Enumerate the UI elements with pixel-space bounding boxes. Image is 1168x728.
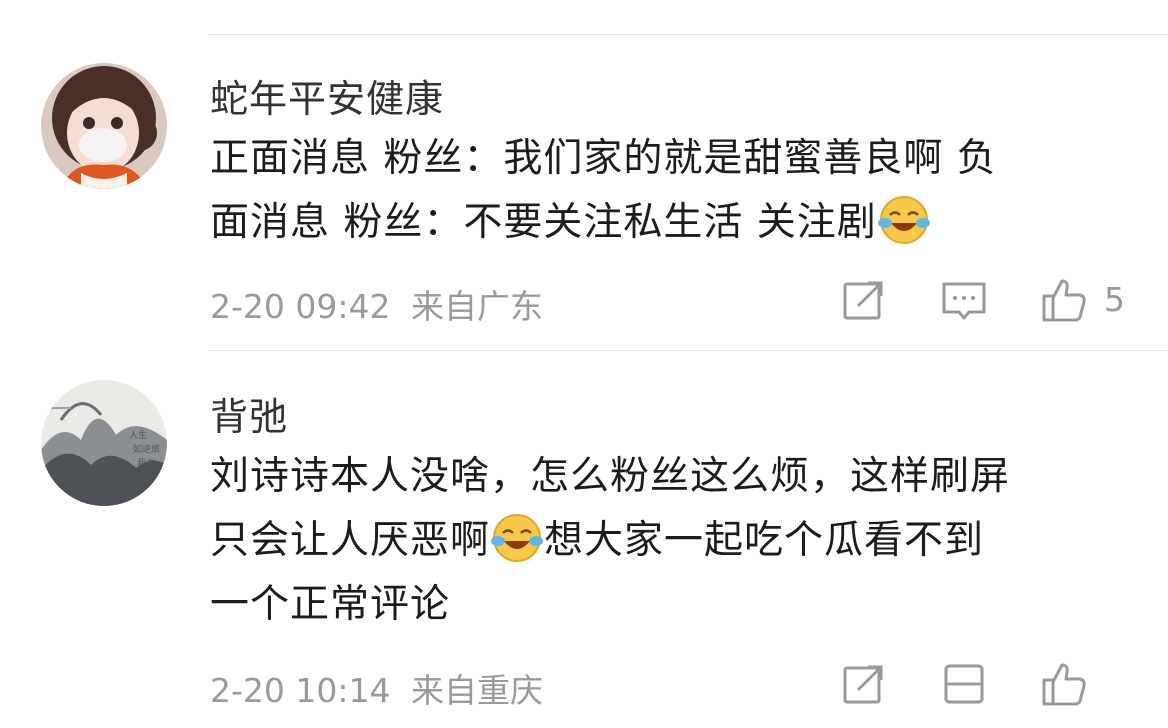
comment-text-line: 正面消息 粉丝：我们家的就是甜蜜善良啊 负: [210, 136, 997, 181]
location: 来自广东: [411, 287, 543, 326]
comment-text-line: 一个正常评论: [210, 582, 451, 627]
comment-icon[interactable]: [940, 276, 988, 324]
comment-actions: [836, 660, 1136, 708]
comment-text-segment: 面消息 粉丝：不要关注私生活 关注剧: [210, 200, 877, 245]
comment-text-line: 刘诗诗本人没啥，怎么粉丝这么烦，这样刷屏: [210, 454, 1011, 499]
svg-text:如逆旅: 如逆旅: [133, 443, 160, 455]
share-icon[interactable]: [840, 660, 888, 708]
like-icon[interactable]: [1040, 276, 1088, 324]
comment-text-segment: 想大家一起吃个瓜看不到: [544, 518, 985, 563]
svg-text:我亦: 我亦: [137, 457, 155, 469]
comment-meta: 2-20 09:42 来自广东: [210, 280, 543, 328]
separator-top: [208, 34, 1168, 35]
laugh-cry-emoji: [491, 514, 544, 562]
comment-meta: 2-20 10:14 来自重庆: [210, 664, 543, 712]
username[interactable]: 蛇年平安健康: [210, 68, 444, 123]
comment-actions: 5: [836, 276, 1136, 324]
comment-text: 刘诗诗本人没啥，怎么粉丝这么烦，这样刷屏 只会让人厌恶啊 想大家一起吃个瓜看不到…: [210, 445, 1140, 637]
avatar[interactable]: [41, 63, 167, 189]
svg-text:人生: 人生: [129, 429, 147, 441]
comment-text: 正面消息 粉丝：我们家的就是甜蜜善良啊 负 面消息 粉丝：不要关注私生活 关注剧: [210, 127, 1140, 255]
like-count: 5: [1104, 280, 1125, 319]
share-icon[interactable]: [840, 276, 888, 324]
timestamp: 2-20 09:42: [210, 287, 391, 326]
avatar[interactable]: 人生 如逆旅 我亦: [41, 380, 167, 506]
comment-text-line: 面消息 粉丝：不要关注私生活 关注剧: [210, 191, 1140, 255]
laugh-cry-emoji: [877, 196, 930, 244]
location: 来自重庆: [411, 671, 543, 710]
timestamp: 2-20 10:14: [210, 671, 391, 710]
comment-icon[interactable]: [940, 660, 988, 708]
comment-text-line: 只会让人厌恶啊 想大家一起吃个瓜看不到: [210, 509, 1140, 573]
like-icon[interactable]: [1040, 660, 1088, 708]
separator: [208, 350, 1168, 351]
username[interactable]: 背弛: [210, 386, 288, 441]
comment-text-segment: 只会让人厌恶啊: [210, 518, 491, 563]
